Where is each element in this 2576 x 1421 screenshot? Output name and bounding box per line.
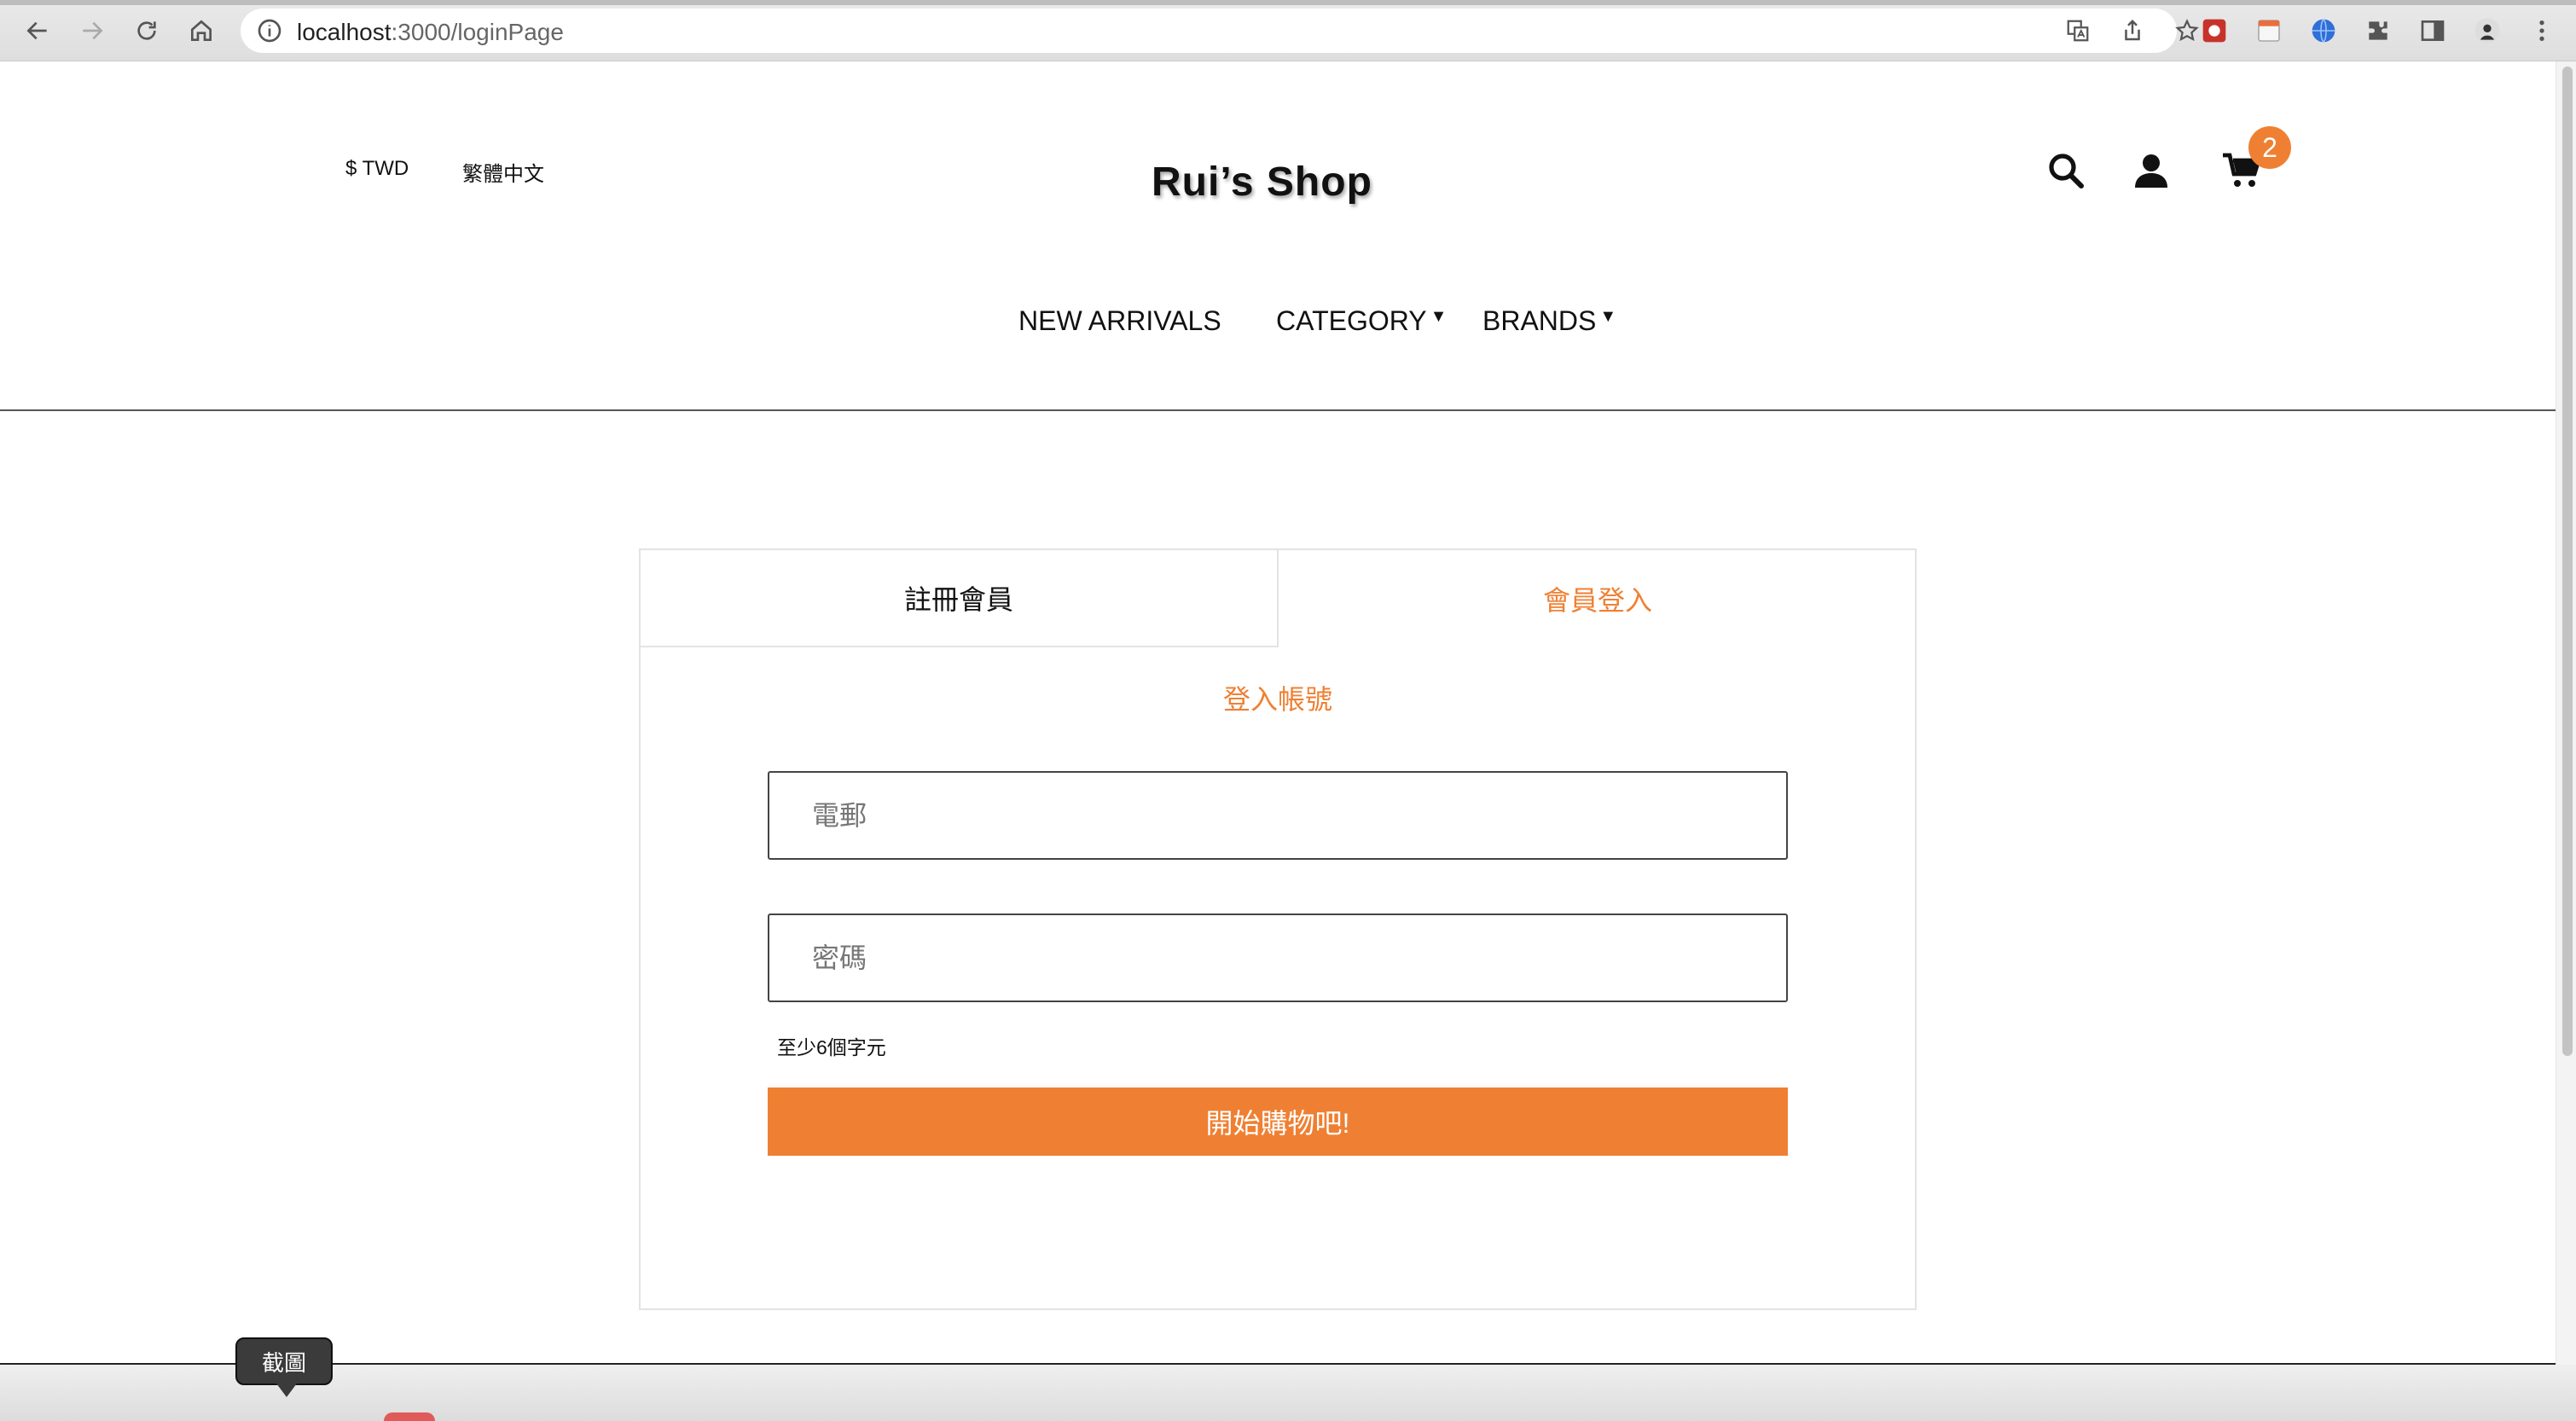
auth-panel: 註冊會員 會員登入 登入帳號 至少6個字元 開始購物吧! [639,548,1917,1310]
site-logo[interactable]: Rui’s Shop [1152,159,1372,206]
extension-globe-icon [2312,19,2335,43]
browser-toolbar: localhost:3000/loginPage [0,0,2576,61]
share-icon [2125,19,2140,41]
password-field[interactable] [768,914,1788,1002]
search-icon [2049,154,2084,188]
user-icon [2135,154,2167,188]
menu-category[interactable]: CATEGORY ▼ [1276,305,1447,337]
currency-selector[interactable]: $ TWD [345,157,409,181]
share-button[interactable] [2117,15,2148,46]
side-panel-button[interactable] [2416,14,2450,48]
menu-category-label: CATEGORY [1276,305,1427,336]
email-field[interactable] [768,771,1788,860]
login-title: 登入帳號 [1222,684,1332,715]
translate-button[interactable] [2063,15,2093,46]
tab-register[interactable]: 註冊會員 [641,550,1279,647]
star-icon [2175,19,2199,42]
bottom-bar [0,1365,2576,1421]
menu-brands[interactable]: BRANDS ▼ [1482,305,1616,337]
url-text[interactable]: localhost:3000/loginPage [297,19,564,46]
address-bar[interactable]: localhost:3000/loginPage [241,9,2199,53]
more-vertical-icon [2539,20,2544,41]
arrow-right-icon [83,21,103,40]
extension-1[interactable] [2197,14,2231,48]
back-button[interactable] [20,14,55,48]
language-selector[interactable]: 繁體中文 [462,157,544,187]
browser-menu-button[interactable] [2525,14,2559,48]
search-button[interactable] [2042,147,2090,194]
menu-new-arrivals-label: NEW ARRIVALS [1018,305,1221,336]
reload-button[interactable] [130,14,164,48]
cart-count-badge: 2 [2248,126,2291,169]
menu-brands-label: BRANDS [1482,305,1597,336]
arrow-left-icon [26,21,47,40]
home-button[interactable] [184,14,218,48]
account-button[interactable] [2127,147,2175,194]
puzzle-icon [2369,21,2387,40]
profile-button[interactable] [2470,14,2504,48]
extension-note-icon [2258,20,2280,42]
red-indicator [384,1412,435,1421]
side-panel-icon [2421,20,2445,41]
caret-down-icon: ▼ [1430,307,1448,326]
info-icon[interactable] [256,17,283,44]
extension-2[interactable] [2252,14,2286,48]
screenshot-tooltip: 截圖 [235,1337,333,1397]
translate-icon [2067,20,2089,42]
menu-new-arrivals[interactable]: NEW ARRIVALS [1018,305,1221,337]
password-hint: 至少6個字元 [777,1036,886,1058]
extension-red-icon [2202,19,2226,43]
reload-icon [137,21,156,40]
avatar [2474,18,2500,44]
forward-button[interactable] [75,14,109,48]
extensions-button[interactable] [2361,14,2395,48]
login-submit-button[interactable]: 開始購物吧! [768,1088,1788,1156]
extension-3[interactable] [2306,14,2341,48]
home-icon [191,20,212,41]
tab-login[interactable]: 會員登入 [1279,550,1917,647]
scrollbar-thumb[interactable] [2562,67,2573,1056]
caret-down-icon: ▼ [1599,307,1617,326]
header-divider [0,409,2556,411]
